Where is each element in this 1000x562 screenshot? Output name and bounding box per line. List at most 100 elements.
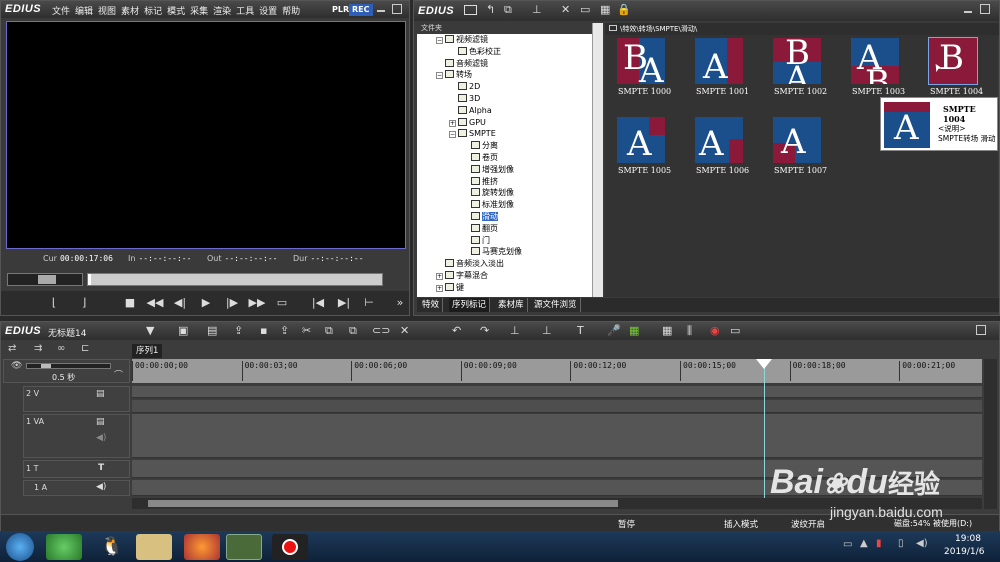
- clip-icon[interactable]: ⧉: [504, 3, 512, 17]
- prev-frame-icon[interactable]: ◀|: [169, 295, 191, 311]
- redo-icon[interactable]: ↷: [480, 324, 489, 337]
- delete-clip-icon[interactable]: ✕: [400, 324, 409, 337]
- menu-marker[interactable]: 标记: [144, 7, 162, 17]
- playhead[interactable]: [764, 366, 765, 498]
- tl-maximize-icon[interactable]: [976, 325, 986, 335]
- speaker-icon-1a[interactable]: ◀): [96, 482, 106, 492]
- title-track-icon[interactable]: T: [98, 463, 104, 473]
- explorer-icon[interactable]: [136, 534, 172, 560]
- sequence-tab[interactable]: 序列1: [132, 344, 162, 358]
- effect-thumbnail[interactable]: A: [773, 117, 821, 163]
- track-header-1a[interactable]: 1 A ◀): [23, 480, 130, 496]
- undo-icon[interactable]: ↶: [452, 324, 461, 337]
- track-lane-1va[interactable]: [132, 414, 982, 458]
- expand-toggle-icon[interactable]: −: [436, 37, 443, 44]
- tab-sequence-markers[interactable]: 序列标记: [449, 298, 491, 312]
- folder-tree[interactable]: − 视频滤镜 色彩校正 音频滤镜 − 转场 2D 3D Alpha + GPU − SMPTE 分离 卷页增…: [417, 34, 592, 297]
- zoom-slider[interactable]: [26, 363, 111, 369]
- export2-icon[interactable]: ⇪: [280, 324, 289, 337]
- rec-button[interactable]: REC: [349, 4, 373, 16]
- view-icon[interactable]: ▦: [600, 3, 610, 16]
- effect-thumbnail[interactable]: A: [617, 117, 665, 163]
- effect-thumbnail[interactable]: B: [928, 37, 978, 85]
- tree-item[interactable]: 3D: [449, 93, 480, 104]
- menu-file[interactable]: 文件: [52, 7, 70, 17]
- expand-toggle-icon[interactable]: +: [436, 284, 443, 292]
- camera-icon[interactable]: ▣: [178, 324, 188, 337]
- layout-icon[interactable]: ▭: [730, 324, 740, 337]
- folder-icon[interactable]: [464, 5, 477, 15]
- tree-item[interactable]: 卷页: [462, 152, 498, 163]
- marker-icon[interactable]: ⊥: [510, 324, 520, 337]
- scissors-icon[interactable]: ✂: [302, 324, 311, 337]
- tree-item[interactable]: + 字幕混合: [436, 270, 488, 281]
- edius-taskbar-icon[interactable]: [226, 534, 262, 560]
- tree-item[interactable]: − SMPTE: [449, 128, 496, 139]
- record-icon[interactable]: ◉: [710, 324, 720, 337]
- tree-item[interactable]: 色彩校正: [449, 46, 501, 57]
- ripple-icon[interactable]: ⊥: [542, 324, 552, 337]
- menu-settings[interactable]: 设置: [259, 7, 277, 17]
- timeline-ruler[interactable]: 00:00:00;00 00:00:03;00 00:00:06;00 00:00:0…: [132, 359, 982, 383]
- track-lane-2v-top[interactable]: [132, 386, 982, 398]
- overwrite-icon[interactable]: ▶|: [333, 295, 355, 311]
- rewind-icon[interactable]: ◀◀: [144, 295, 166, 311]
- recorder-icon[interactable]: [272, 534, 308, 560]
- tree-item[interactable]: 翻页: [462, 223, 498, 234]
- firefox-icon[interactable]: [184, 534, 220, 560]
- tab-effects[interactable]: 特效: [419, 298, 444, 312]
- effect-thumbnail[interactable]: A: [695, 38, 743, 84]
- export-icon[interactable]: ⇪: [234, 324, 243, 337]
- tree-item[interactable]: 增强划像: [462, 164, 514, 175]
- tree-item[interactable]: 马赛克划像: [462, 246, 522, 257]
- tray-network-icon[interactable]: ▮: [876, 538, 882, 549]
- track-lane-2v[interactable]: [132, 400, 982, 413]
- shuttle-slider[interactable]: [7, 273, 83, 286]
- expand-toggle-icon[interactable]: +: [449, 119, 456, 127]
- visibility-icon[interactable]: 👁: [11, 361, 22, 371]
- track-layout-icon[interactable]: ⇄: [8, 343, 16, 354]
- menu-tools[interactable]: 工具: [236, 7, 254, 17]
- track-header-1t[interactable]: 1 T T: [23, 460, 130, 478]
- new-sequence-icon[interactable]: ▼: [146, 324, 154, 337]
- lock-icon[interactable]: 🔒: [617, 3, 631, 16]
- zoom-link-icon[interactable]: ⌒: [114, 368, 123, 381]
- effect-thumbnail[interactable]: AB: [851, 38, 899, 84]
- lib-maximize-icon[interactable]: [980, 4, 990, 14]
- position-bar[interactable]: [87, 273, 383, 286]
- effect-thumbnail[interactable]: BA: [617, 38, 665, 84]
- tray-battery-icon[interactable]: ▯: [898, 538, 904, 549]
- tray-arrow-icon[interactable]: ▲: [860, 538, 868, 549]
- tree-item[interactable]: 分离: [462, 140, 498, 151]
- effect-thumbnail[interactable]: BA: [773, 38, 821, 84]
- expand-toggle-icon[interactable]: +: [436, 273, 443, 280]
- track-expand-icon[interactable]: ⇉: [34, 343, 42, 354]
- tray-volume-icon[interactable]: ◀): [916, 538, 928, 549]
- filmstrip-icon[interactable]: ▤: [96, 389, 105, 399]
- effect-thumbnail[interactable]: A: [695, 117, 743, 163]
- tray-keyboard-icon[interactable]: ▭: [843, 539, 852, 550]
- link-icon[interactable]: ⊂⊃: [372, 324, 390, 337]
- tree-item[interactable]: 音频淡入淡出: [436, 258, 504, 269]
- tree-item[interactable]: 门: [462, 235, 490, 246]
- set-out-icon[interactable]: ⌋: [73, 295, 95, 311]
- more-icon[interactable]: »: [389, 295, 411, 311]
- minimize-icon[interactable]: [377, 3, 385, 12]
- loop-icon[interactable]: ▭: [271, 295, 293, 311]
- lib-minimize-icon[interactable]: [964, 4, 972, 13]
- speaker-icon-1va[interactable]: ◀): [96, 433, 106, 443]
- tree-item[interactable]: 标准划像: [462, 199, 514, 210]
- playhead-marker[interactable]: [756, 359, 772, 369]
- preview-screen[interactable]: [6, 21, 406, 249]
- tree-item[interactable]: 推挤: [462, 176, 498, 187]
- ripple-toggle-icon[interactable]: ⊏: [81, 343, 89, 354]
- up-icon[interactable]: ↰: [486, 3, 495, 16]
- folder-open-icon[interactable]: ▤: [207, 324, 217, 337]
- paste-icon[interactable]: ⧉: [349, 324, 357, 338]
- sync-icon[interactable]: ∞: [57, 343, 65, 354]
- play-icon[interactable]: ▶: [195, 295, 217, 311]
- tree-item[interactable]: 滑动: [462, 211, 498, 222]
- vertical-scrollbar[interactable]: [984, 359, 997, 509]
- menu-render[interactable]: 渲染: [213, 7, 231, 17]
- tab-bin[interactable]: 素材库: [495, 298, 528, 312]
